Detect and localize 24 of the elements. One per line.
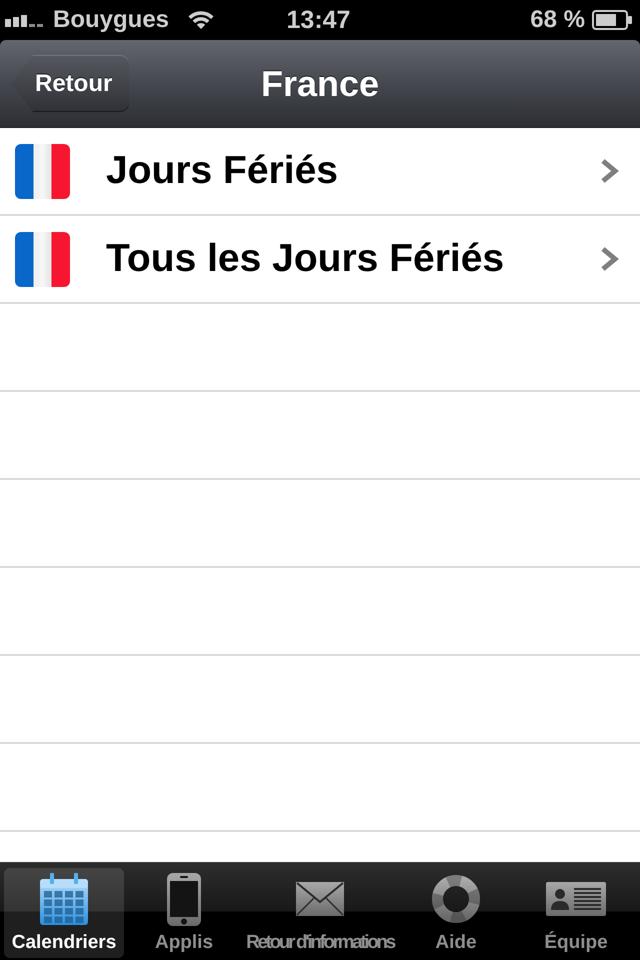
lifebuoy-icon — [432, 875, 480, 923]
battery-icon — [592, 10, 632, 30]
list-item[interactable]: Tous les Jours Fériés — [0, 216, 640, 304]
back-button[interactable]: Retour — [11, 55, 130, 112]
tab-item[interactable]: Calendriers — [4, 868, 124, 958]
screen-title: France — [260, 62, 380, 104]
clock-time: 13:47 — [286, 6, 350, 34]
tab-item[interactable]: Retour d'informations — [244, 868, 396, 958]
battery-percentage: 68 % — [530, 6, 585, 34]
tab-item[interactable]: Équipe — [516, 868, 636, 958]
tab-item[interactable]: Applis — [132, 868, 236, 958]
phone-icon — [166, 872, 202, 926]
flag-icon — [15, 232, 70, 286]
chevron-icon — [600, 158, 620, 184]
list-item[interactable]: Jours Fériés — [0, 128, 640, 216]
envelope-icon — [296, 882, 344, 916]
carrier-name: Bouygues — [53, 6, 170, 34]
flag-icon — [15, 144, 70, 198]
chevron-icon — [600, 246, 620, 272]
signal-icon — [5, 13, 43, 27]
contact-card-icon — [546, 882, 606, 916]
calendar-icon — [39, 873, 89, 925]
tab-item[interactable]: Aide — [404, 868, 508, 958]
wifi-icon — [187, 10, 216, 30]
